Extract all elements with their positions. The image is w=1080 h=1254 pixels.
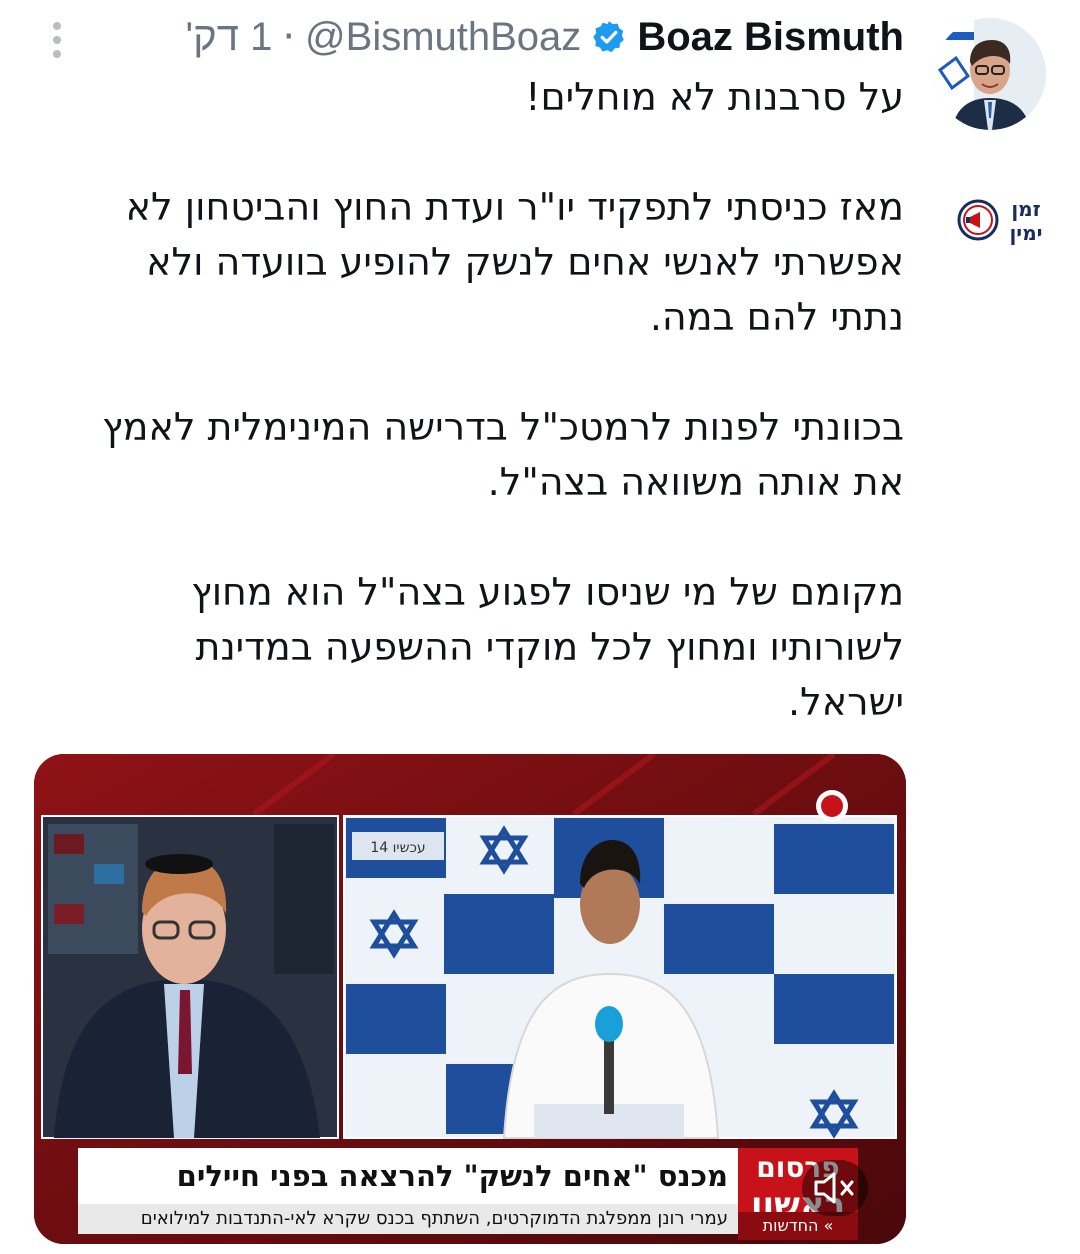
text-line: על סרבנות לא מוחלים! xyxy=(525,75,904,119)
news-lower-third: מכנס "אחים לנשק" להרצאה בפני חיילים עמרי… xyxy=(38,1148,908,1240)
verified-badge-icon xyxy=(593,21,625,53)
news-subline: עמרי רונן ממפלגת הדמוקרטים, השתתף בכנס ש… xyxy=(78,1204,738,1234)
watermark-line2: ימין xyxy=(1009,221,1042,245)
channel-watermark: עכשיו 14 xyxy=(370,840,425,856)
text-line: את אותה משוואה בצה"ל. xyxy=(487,460,904,504)
text-line: ישראל. xyxy=(788,680,904,724)
text-line: נתתי להם במה. xyxy=(649,295,904,339)
meta-separator: · xyxy=(282,14,296,60)
tweet-text: על סרבנות לא מוחלים! מאז כניסתי לתפקיד י… xyxy=(44,70,904,730)
speaker-muted-icon[interactable] xyxy=(802,1160,868,1216)
text-line: מאז כניסתי לתפקיד יו"ר ועדת החוץ והביטחו… xyxy=(125,185,904,229)
avatar-image xyxy=(934,18,1046,130)
text-line: מקומם של מי שניסו לפגוע בצה"ל הוא מחוץ xyxy=(191,570,904,614)
text-line: אפשרתי לאנשי אחים לנשק להופיע בוועדה ולא xyxy=(146,240,904,284)
tweet-time[interactable]: 1 דק' xyxy=(186,15,273,60)
text-line: לשורותיו ומחוץ לכל מוקדי ההשפעה במדינת xyxy=(195,625,904,669)
tweet-header: Boaz Bismuth @BismuthBoaz · 1 דק' xyxy=(186,14,904,60)
text-line: בכוונתי לפנות לרמטכ"ל בדרישה המינימלית ל… xyxy=(102,405,904,449)
author-name[interactable]: Boaz Bismuth xyxy=(637,15,904,60)
more-options-icon[interactable] xyxy=(50,22,64,62)
author-handle[interactable]: @BismuthBoaz xyxy=(305,15,581,60)
watermark-logo: זמן ימין xyxy=(956,190,1052,250)
news-headline: מכנס "אחים לנשק" להרצאה בפני חיילים xyxy=(78,1148,738,1204)
watermark-line1: זמן xyxy=(1011,197,1040,221)
avatar[interactable] xyxy=(934,18,1046,130)
news-tag: » החדשות xyxy=(738,1212,858,1240)
